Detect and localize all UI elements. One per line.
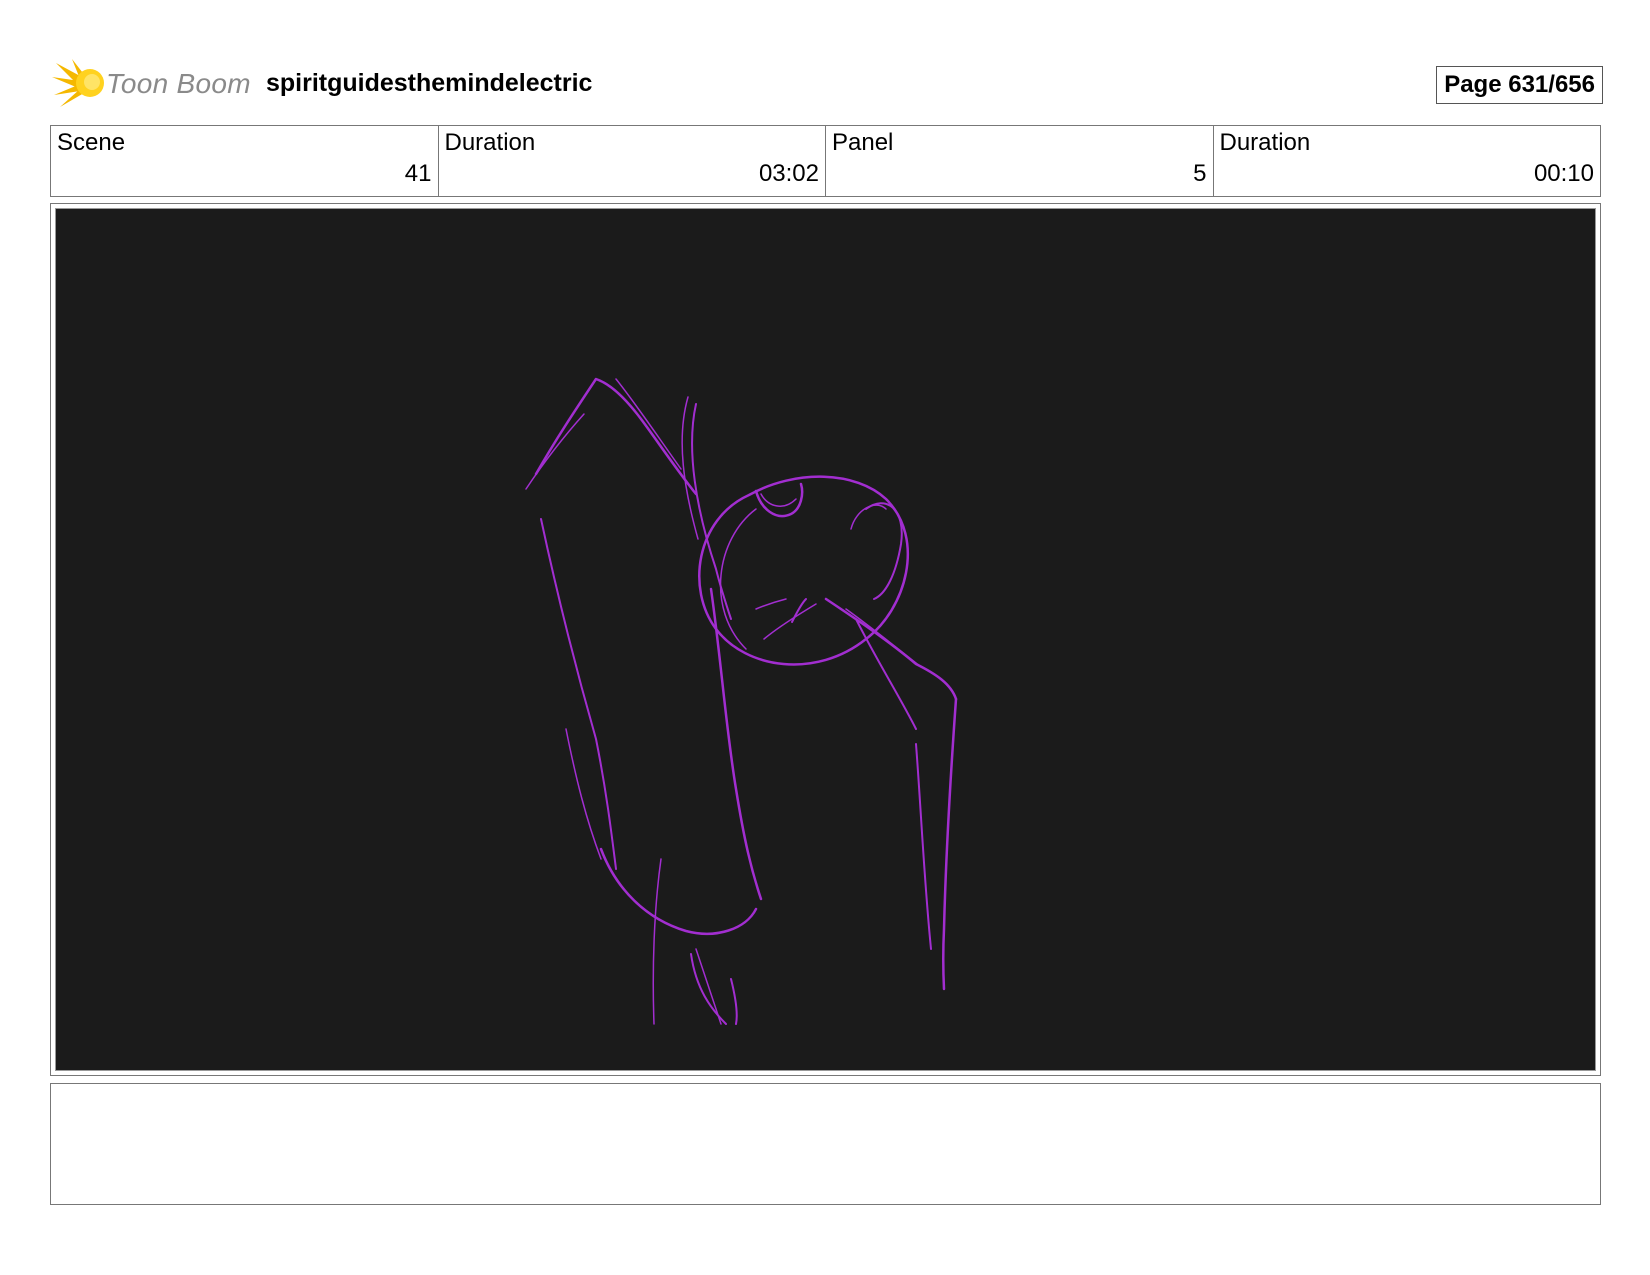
sketch-leg-stroke bbox=[652, 858, 662, 1025]
panel-value: 5 bbox=[1193, 160, 1207, 187]
sketch-collar-stroke bbox=[755, 598, 787, 610]
sketch-collar-stroke bbox=[763, 603, 817, 640]
sketch-ear-stroke bbox=[865, 502, 903, 600]
panel-duration-cell: Duration 00:10 bbox=[1214, 126, 1601, 196]
panel-notes-box bbox=[50, 1083, 1601, 1205]
scene-value: 41 bbox=[404, 160, 432, 187]
page-header: Toon Boom spiritguidesthemindelectric Pa… bbox=[52, 55, 1603, 111]
sketch-arm-stroke bbox=[615, 378, 682, 470]
panel-duration-label: Duration bbox=[1219, 129, 1311, 156]
sketch-shoulder-stroke bbox=[845, 608, 922, 668]
sketch-arm-stroke bbox=[681, 396, 699, 540]
scene-duration-cell: Duration 03:02 bbox=[439, 126, 826, 196]
sketch-leg-stroke bbox=[690, 953, 727, 1025]
sketch-side-stroke bbox=[942, 697, 958, 991]
sketch-mouth-stroke bbox=[760, 493, 797, 507]
page-indicator: Page 631/656 bbox=[1436, 66, 1603, 104]
scene-duration-label: Duration bbox=[444, 129, 536, 156]
sketch-torso-stroke bbox=[540, 518, 617, 870]
sketch-arm-stroke bbox=[534, 377, 698, 496]
sketch-side-stroke bbox=[915, 743, 932, 950]
sketch-ear-stroke bbox=[850, 504, 887, 530]
toon-boom-logo: Toon Boom bbox=[52, 55, 252, 111]
project-title: spiritguidesthemindelectric bbox=[266, 69, 593, 97]
sketch-torso-stroke bbox=[709, 587, 763, 901]
starburst-icon bbox=[52, 59, 104, 107]
scene-info-table: Scene 41 Duration 03:02 Panel 5 Duration… bbox=[50, 125, 1601, 197]
panel-label: Panel bbox=[832, 129, 894, 156]
panel-duration-value: 00:10 bbox=[1533, 160, 1594, 187]
panel-sketch-image bbox=[55, 208, 1596, 1071]
scene-cell: Scene 41 bbox=[51, 126, 439, 196]
sketch-leg-stroke bbox=[730, 978, 738, 1025]
sketch-torso-stroke bbox=[565, 728, 602, 860]
sketch-head-stroke bbox=[719, 508, 757, 650]
sketch-arm-stroke bbox=[525, 413, 585, 490]
panel-cell: Panel 5 bbox=[826, 126, 1214, 196]
sketch-side-stroke bbox=[855, 618, 917, 730]
character-sketch bbox=[525, 377, 958, 1025]
scene-label: Scene bbox=[57, 129, 126, 156]
scene-duration-value: 03:02 bbox=[758, 160, 819, 187]
logo-text: Toon Boom bbox=[106, 68, 251, 99]
sketch-torso-stroke bbox=[599, 847, 758, 935]
panel-frame bbox=[50, 203, 1601, 1076]
